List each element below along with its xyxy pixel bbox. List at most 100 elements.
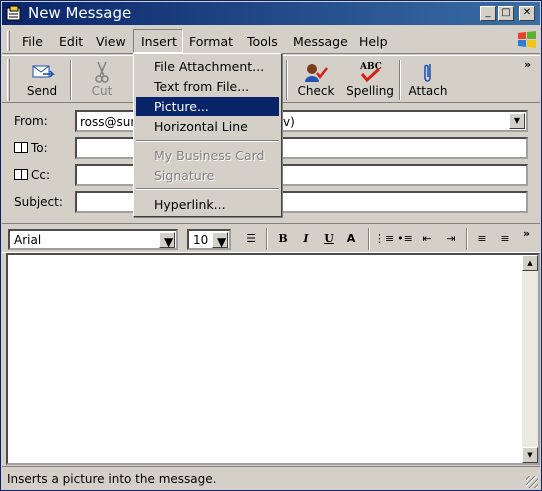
menu-separator [136, 140, 279, 142]
font-dropdown-button[interactable]: ▼ [159, 232, 175, 249]
spelling-label: Spelling [346, 84, 394, 98]
insert-picture[interactable]: Picture... [136, 97, 279, 116]
close-icon: ✕ [522, 7, 532, 18]
bold-icon: B [278, 232, 288, 245]
attach-button[interactable]: Attach [406, 56, 450, 102]
from-dropdown-button[interactable]: ▼ [509, 113, 525, 129]
bold-button[interactable]: B [274, 230, 292, 248]
font-size-value: 10 [193, 233, 209, 247]
chevron-down-icon: ▼ [164, 235, 174, 249]
menu-edit[interactable]: Edit [59, 34, 83, 49]
underline-icon: U [324, 232, 334, 245]
toolbar-grip[interactable] [7, 59, 10, 101]
numbering-button[interactable]: ⋮≡ [374, 230, 395, 248]
status-bar: Inserts a picture into the message. [2, 466, 540, 490]
insert-file-attachment[interactable]: File Attachment... [136, 57, 279, 76]
insert-horizontal-line[interactable]: Horizontal Line [136, 117, 279, 136]
toolbar-separator [286, 60, 288, 100]
chevron-down-icon: ▼ [513, 116, 521, 125]
spelling-button[interactable]: ABC Spelling [344, 56, 396, 102]
menu-bar-grip[interactable] [7, 31, 10, 51]
arrow-up-icon: ▲ [527, 259, 533, 267]
attach-label: Attach [408, 84, 448, 98]
send-icon [32, 65, 55, 78]
font-size-dropdown-button[interactable]: ▼ [212, 232, 228, 249]
menu-bar: File Edit View Insert Format Tools Messa… [2, 27, 540, 54]
maximize-icon: □ [501, 7, 511, 18]
numbered-list-icon: ⋮≡ [374, 232, 395, 245]
to-label-wrap[interactable]: To: [14, 141, 48, 155]
toolbar-separator [399, 60, 401, 100]
cc-label: Cc: [31, 168, 51, 182]
font-color-icon: A [346, 232, 356, 245]
underline-button[interactable]: U [320, 230, 338, 248]
send-label: Send [26, 84, 58, 98]
cc-label-wrap[interactable]: Cc: [14, 168, 50, 182]
bullets-button[interactable]: •≡ [396, 230, 414, 248]
toolbar-separator [70, 60, 72, 100]
to-label: To: [31, 141, 48, 155]
outdent-icon: ⇤ [422, 232, 432, 245]
paperclip-icon [424, 64, 431, 82]
arrow-down-icon: ▼ [527, 451, 533, 459]
window-title: New Message [28, 4, 132, 22]
menu-tools[interactable]: Tools [247, 34, 278, 49]
paragraph-style-button[interactable]: ☰ [242, 230, 260, 248]
menu-view[interactable]: View [96, 34, 126, 49]
align-left-button[interactable]: ≡ [473, 230, 491, 248]
menu-separator [136, 188, 279, 190]
format-overflow-chevron-icon[interactable]: » [523, 227, 530, 240]
title-bar[interactable]: New Message _ □ ✕ [2, 2, 540, 25]
insert-menu: File Attachment... Text from File... Pic… [133, 53, 282, 217]
menu-format[interactable]: Format [189, 34, 233, 49]
align-center-icon: ≡ [500, 232, 510, 245]
menu-file[interactable]: File [22, 34, 43, 49]
insert-text-from-file[interactable]: Text from File... [136, 77, 279, 96]
menu-message[interactable]: Message [293, 34, 348, 49]
paragraph-style-icon: ☰ [246, 232, 256, 245]
menu-help[interactable]: Help [359, 34, 388, 49]
insert-signature: Signature [154, 168, 215, 183]
italic-button[interactable]: I [297, 230, 315, 248]
cut-label: Cut [91, 84, 113, 98]
align-left-icon: ≡ [477, 232, 487, 245]
address-book-icon [14, 142, 28, 153]
indent-icon: ⇥ [446, 232, 456, 245]
vertical-scrollbar[interactable]: ▲ ▼ [522, 255, 538, 463]
formatting-toolbar: Arial ▼ 10 ▼ ☰ B I U A ⋮≡ •≡ ⇤ ⇥ ≡ ≡ » [2, 223, 540, 253]
insert-hyperlink[interactable]: Hyperlink... [136, 195, 279, 214]
scroll-up-button[interactable]: ▲ [522, 255, 538, 271]
send-button[interactable]: Send [20, 56, 64, 102]
subject-label: Subject: [14, 195, 63, 209]
check-names-icon [305, 64, 328, 82]
chevron-down-icon: ▼ [217, 235, 227, 249]
minimize-icon: _ [485, 7, 491, 18]
status-text: Inserts a picture into the message. [7, 472, 217, 486]
close-button[interactable]: ✕ [519, 6, 535, 21]
message-body-editor[interactable]: ▲ ▼ [6, 253, 540, 465]
cut-button[interactable]: Cut [82, 56, 122, 102]
toolbar-separator [368, 228, 370, 250]
check-names-button[interactable]: Check [296, 56, 336, 102]
address-book-icon [14, 169, 28, 180]
bulleted-list-icon: •≡ [397, 232, 413, 245]
menu-insert[interactable]: Insert [141, 34, 177, 49]
from-value: ross@sun [80, 115, 138, 129]
increase-indent-button[interactable]: ⇥ [442, 230, 460, 248]
align-center-button[interactable]: ≡ [496, 230, 514, 248]
spelling-icon: ABC [359, 62, 382, 83]
maximize-button[interactable]: □ [498, 6, 514, 21]
font-select[interactable]: Arial ▼ [8, 229, 178, 250]
toolbar-overflow-chevron-icon[interactable]: » [524, 58, 531, 71]
scissors-icon [95, 61, 109, 83]
decrease-indent-button[interactable]: ⇤ [418, 230, 436, 248]
windows-logo-icon [518, 31, 536, 48]
italic-icon: I [303, 232, 309, 245]
check-label: Check [297, 84, 335, 98]
scroll-down-button[interactable]: ▼ [522, 447, 538, 463]
resize-grip[interactable] [526, 476, 538, 488]
font-size-select[interactable]: 10 ▼ [187, 229, 231, 250]
font-color-button[interactable]: A [342, 230, 360, 248]
from-label: From: [14, 114, 48, 128]
minimize-button[interactable]: _ [480, 6, 496, 21]
